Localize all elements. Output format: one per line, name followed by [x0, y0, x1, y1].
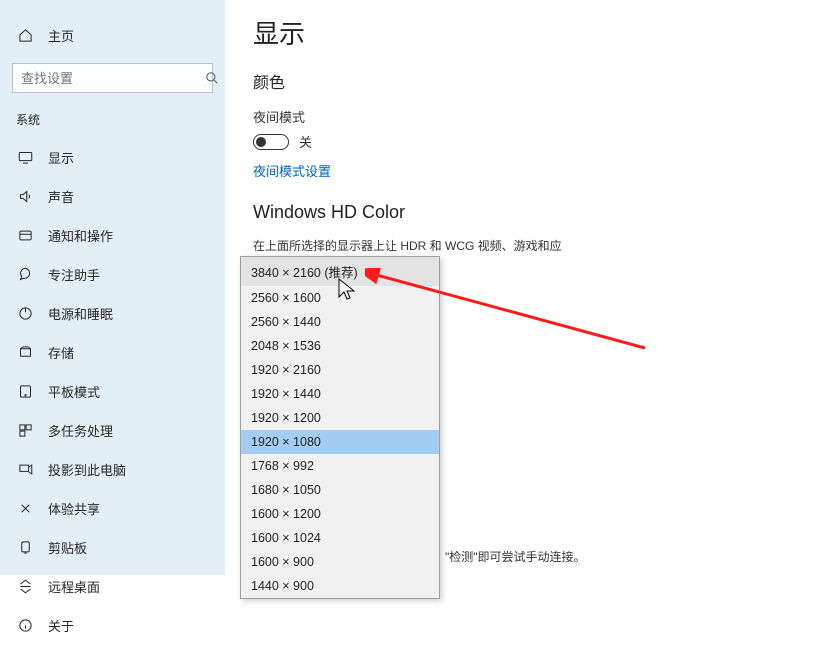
detection-hint-text: "检测"即可尝试手动连接。 [445, 548, 586, 565]
remote-desktop-icon [16, 579, 34, 594]
home-button[interactable]: 主页 [0, 20, 225, 51]
resolution-option[interactable]: 2560 × 1440 [241, 310, 439, 334]
sidebar-item-shared-experiences[interactable]: 体验共享 [0, 489, 225, 528]
sidebar-item-clipboard[interactable]: 剪贴板 [0, 528, 225, 567]
resolution-option[interactable]: 1920 × 1200 [241, 406, 439, 430]
home-icon [16, 28, 34, 43]
sidebar-item-label: 远程桌面 [48, 577, 100, 596]
sidebar-item-remote-desktop[interactable]: 远程桌面 [0, 567, 225, 606]
storage-icon [16, 345, 34, 360]
sidebar-item-focus-assist[interactable]: 专注助手 [0, 255, 225, 294]
sidebar-item-notifications[interactable]: 通知和操作 [0, 216, 225, 255]
focus-assist-icon [16, 267, 34, 282]
sidebar-item-sound[interactable]: 声音 [0, 177, 225, 216]
sidebar-item-label: 存储 [48, 343, 74, 362]
sidebar-item-label: 体验共享 [48, 499, 100, 518]
resolution-option[interactable]: 3840 × 2160 (推荐) [241, 257, 439, 286]
settings-sidebar: 主页 系统 显示声音通知和操作专注助手电源和睡眠存储平板模式多任务处理投影到此电… [0, 0, 225, 575]
page-title: 显示 [253, 14, 790, 51]
resolution-option[interactable]: 2048 × 1536 [241, 334, 439, 358]
night-mode-toggle[interactable] [253, 134, 289, 150]
category-label: 系统 [0, 107, 225, 138]
home-label: 主页 [48, 26, 74, 45]
resolution-option[interactable]: 1600 × 1200 [241, 502, 439, 526]
sidebar-item-label: 多任务处理 [48, 421, 113, 440]
resolution-dropdown[interactable]: 3840 × 2160 (推荐)2560 × 16002560 × 144020… [240, 256, 440, 599]
multitasking-icon [16, 423, 34, 438]
resolution-option[interactable]: 1768 × 992 [241, 454, 439, 478]
sidebar-item-label: 通知和操作 [48, 226, 113, 245]
sidebar-item-label: 显示 [48, 148, 74, 167]
resolution-option[interactable]: 1920 × 1080 [241, 430, 439, 454]
sidebar-item-label: 关于 [48, 616, 74, 635]
sidebar-item-multitasking[interactable]: 多任务处理 [0, 411, 225, 450]
display-icon [16, 151, 34, 164]
shared-experiences-icon [16, 501, 34, 516]
night-mode-label: 夜间模式 [253, 107, 790, 126]
resolution-option[interactable]: 1440 × 900 [241, 574, 439, 598]
sidebar-item-label: 投影到此电脑 [48, 460, 126, 479]
resolution-option[interactable]: 2560 × 1600 [241, 286, 439, 310]
clipboard-icon [16, 540, 34, 555]
tablet-mode-icon [16, 384, 34, 399]
power-sleep-icon [16, 306, 34, 321]
resolution-option[interactable]: 1920 × 1440 [241, 382, 439, 406]
search-input[interactable] [13, 71, 205, 86]
toggle-state-text: 关 [299, 132, 312, 151]
hd-color-section-title: Windows HD Color [253, 202, 790, 223]
resolution-option[interactable]: 1600 × 900 [241, 550, 439, 574]
notifications-icon [16, 228, 34, 243]
sidebar-item-about[interactable]: 关于 [0, 606, 225, 645]
night-mode-settings-link[interactable]: 夜间模式设置 [253, 161, 331, 180]
resolution-option[interactable]: 1600 × 1024 [241, 526, 439, 550]
sidebar-item-label: 剪贴板 [48, 538, 87, 557]
about-icon [16, 618, 34, 633]
sidebar-item-power-sleep[interactable]: 电源和睡眠 [0, 294, 225, 333]
toggle-knob [256, 137, 266, 147]
resolution-option[interactable]: 1680 × 1050 [241, 478, 439, 502]
sidebar-item-label: 电源和睡眠 [48, 304, 113, 323]
resolution-option[interactable]: 1920 × 2160 [241, 358, 439, 382]
sidebar-item-display[interactable]: 显示 [0, 138, 225, 177]
sidebar-item-label: 平板模式 [48, 382, 100, 401]
sidebar-item-label: 专注助手 [48, 265, 100, 284]
search-icon [205, 71, 219, 85]
sidebar-item-label: 声音 [48, 187, 74, 206]
sidebar-item-tablet-mode[interactable]: 平板模式 [0, 372, 225, 411]
color-section-title: 颜色 [253, 69, 790, 93]
sound-icon [16, 189, 34, 204]
sidebar-item-storage[interactable]: 存储 [0, 333, 225, 372]
sidebar-item-projecting[interactable]: 投影到此电脑 [0, 450, 225, 489]
projecting-icon [16, 462, 34, 477]
search-input-container[interactable] [12, 63, 213, 93]
